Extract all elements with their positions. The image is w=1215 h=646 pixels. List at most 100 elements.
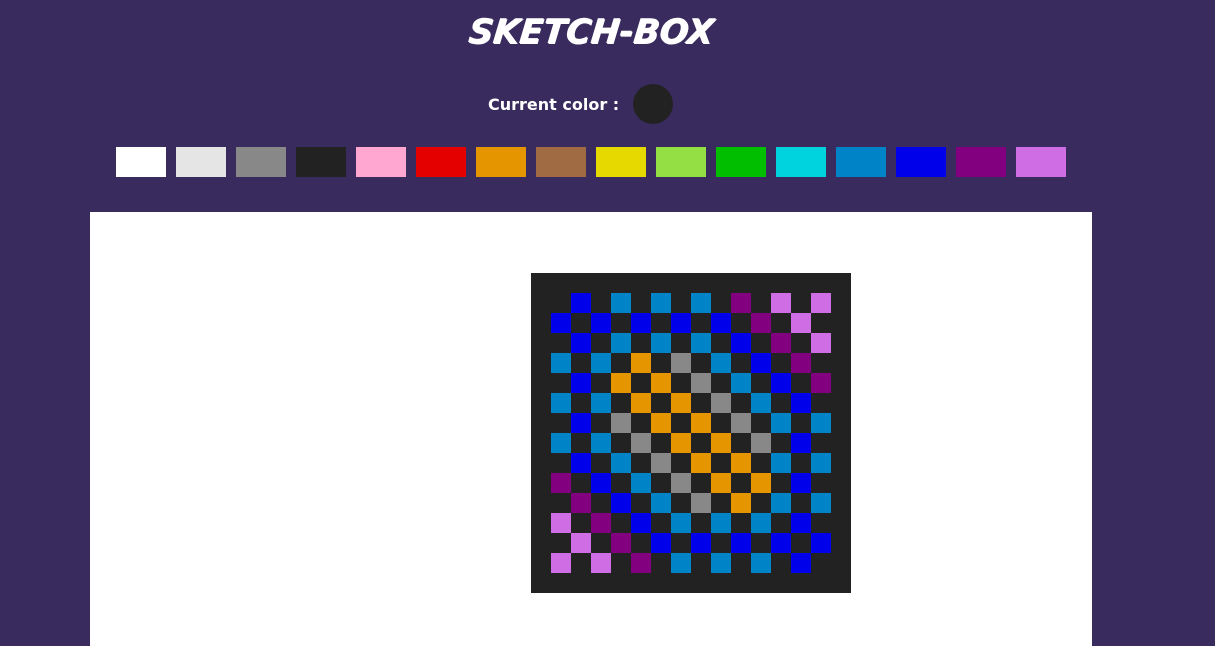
grid-cell[interactable] — [771, 293, 791, 313]
grid-cell[interactable] — [551, 293, 571, 313]
palette-swatch[interactable] — [536, 147, 586, 177]
grid-cell[interactable] — [551, 333, 571, 353]
grid-cell[interactable] — [631, 353, 651, 373]
grid-cell[interactable] — [691, 353, 711, 373]
grid-cell[interactable] — [831, 413, 851, 433]
grid-cell[interactable] — [571, 493, 591, 513]
grid-cell[interactable] — [831, 433, 851, 453]
grid-cell[interactable] — [631, 473, 651, 493]
grid-cell[interactable] — [811, 553, 831, 573]
grid-cell[interactable] — [631, 313, 651, 333]
grid-cell[interactable] — [831, 393, 851, 413]
grid-cell[interactable] — [711, 453, 731, 473]
grid-cell[interactable] — [731, 513, 751, 533]
grid-cell[interactable] — [691, 573, 711, 593]
grid-cell[interactable] — [771, 473, 791, 493]
grid-cell[interactable] — [791, 413, 811, 433]
grid-cell[interactable] — [711, 413, 731, 433]
grid-cell[interactable] — [811, 373, 831, 393]
grid-cell[interactable] — [611, 313, 631, 333]
grid-cell[interactable] — [631, 433, 651, 453]
grid-cell[interactable] — [611, 493, 631, 513]
grid-cell[interactable] — [691, 493, 711, 513]
grid-cell[interactable] — [651, 493, 671, 513]
grid-cell[interactable] — [611, 573, 631, 593]
grid-cell[interactable] — [751, 533, 771, 553]
grid-cell[interactable] — [751, 333, 771, 353]
grid-cell[interactable] — [711, 373, 731, 393]
grid-cell[interactable] — [811, 273, 831, 293]
grid-cell[interactable] — [551, 313, 571, 333]
grid-cell[interactable] — [551, 453, 571, 473]
grid-cell[interactable] — [711, 293, 731, 313]
grid-cell[interactable] — [671, 513, 691, 533]
grid-cell[interactable] — [771, 333, 791, 353]
grid-cell[interactable] — [751, 373, 771, 393]
grid-cell[interactable] — [611, 433, 631, 453]
grid-cell[interactable] — [651, 313, 671, 333]
grid-cell[interactable] — [591, 533, 611, 553]
grid-cell[interactable] — [631, 293, 651, 313]
grid-cell[interactable] — [691, 473, 711, 493]
grid-cell[interactable] — [791, 393, 811, 413]
grid-cell[interactable] — [551, 493, 571, 513]
grid-cell[interactable] — [711, 433, 731, 453]
grid-cell[interactable] — [531, 513, 551, 533]
grid-cell[interactable] — [571, 353, 591, 373]
grid-cell[interactable] — [791, 353, 811, 373]
grid-cell[interactable] — [551, 353, 571, 373]
grid-cell[interactable] — [831, 553, 851, 573]
grid-cell[interactable] — [531, 453, 551, 473]
grid-cell[interactable] — [691, 373, 711, 393]
grid-cell[interactable] — [751, 513, 771, 533]
grid-cell[interactable] — [551, 273, 571, 293]
grid-cell[interactable] — [731, 493, 751, 513]
grid-cell[interactable] — [831, 533, 851, 553]
grid-cell[interactable] — [611, 373, 631, 393]
grid-cell[interactable] — [591, 373, 611, 393]
grid-cell[interactable] — [691, 333, 711, 353]
grid-cell[interactable] — [711, 353, 731, 373]
grid-cell[interactable] — [771, 453, 791, 473]
grid-cell[interactable] — [631, 413, 651, 433]
grid-cell[interactable] — [651, 413, 671, 433]
grid-cell[interactable] — [631, 373, 651, 393]
grid-cell[interactable] — [571, 393, 591, 413]
grid-cell[interactable] — [611, 533, 631, 553]
palette-swatch[interactable] — [296, 147, 346, 177]
grid-cell[interactable] — [631, 453, 651, 473]
grid-cell[interactable] — [751, 353, 771, 373]
grid-cell[interactable] — [591, 333, 611, 353]
grid-cell[interactable] — [631, 393, 651, 413]
grid-cell[interactable] — [591, 493, 611, 513]
grid-cell[interactable] — [691, 273, 711, 293]
grid-cell[interactable] — [591, 573, 611, 593]
grid-cell[interactable] — [651, 333, 671, 353]
grid-cell[interactable] — [691, 453, 711, 473]
grid-cell[interactable] — [771, 433, 791, 453]
grid-cell[interactable] — [591, 473, 611, 493]
grid-cell[interactable] — [531, 493, 551, 513]
palette-swatch[interactable] — [116, 147, 166, 177]
grid-cell[interactable] — [711, 493, 731, 513]
grid-cell[interactable] — [711, 553, 731, 573]
grid-cell[interactable] — [671, 573, 691, 593]
grid-cell[interactable] — [731, 413, 751, 433]
grid-cell[interactable] — [571, 313, 591, 333]
grid-cell[interactable] — [831, 373, 851, 393]
grid-cell[interactable] — [611, 293, 631, 313]
grid-cell[interactable] — [651, 353, 671, 373]
grid-cell[interactable] — [551, 373, 571, 393]
grid-cell[interactable] — [611, 393, 631, 413]
grid-cell[interactable] — [731, 293, 751, 313]
grid-cell[interactable] — [771, 573, 791, 593]
grid-cell[interactable] — [671, 493, 691, 513]
grid-cell[interactable] — [671, 453, 691, 473]
grid-cell[interactable] — [791, 313, 811, 333]
grid-cell[interactable] — [791, 453, 811, 473]
grid-cell[interactable] — [831, 513, 851, 533]
grid-cell[interactable] — [671, 333, 691, 353]
grid-cell[interactable] — [551, 533, 571, 553]
grid-cell[interactable] — [651, 553, 671, 573]
grid-cell[interactable] — [611, 413, 631, 433]
